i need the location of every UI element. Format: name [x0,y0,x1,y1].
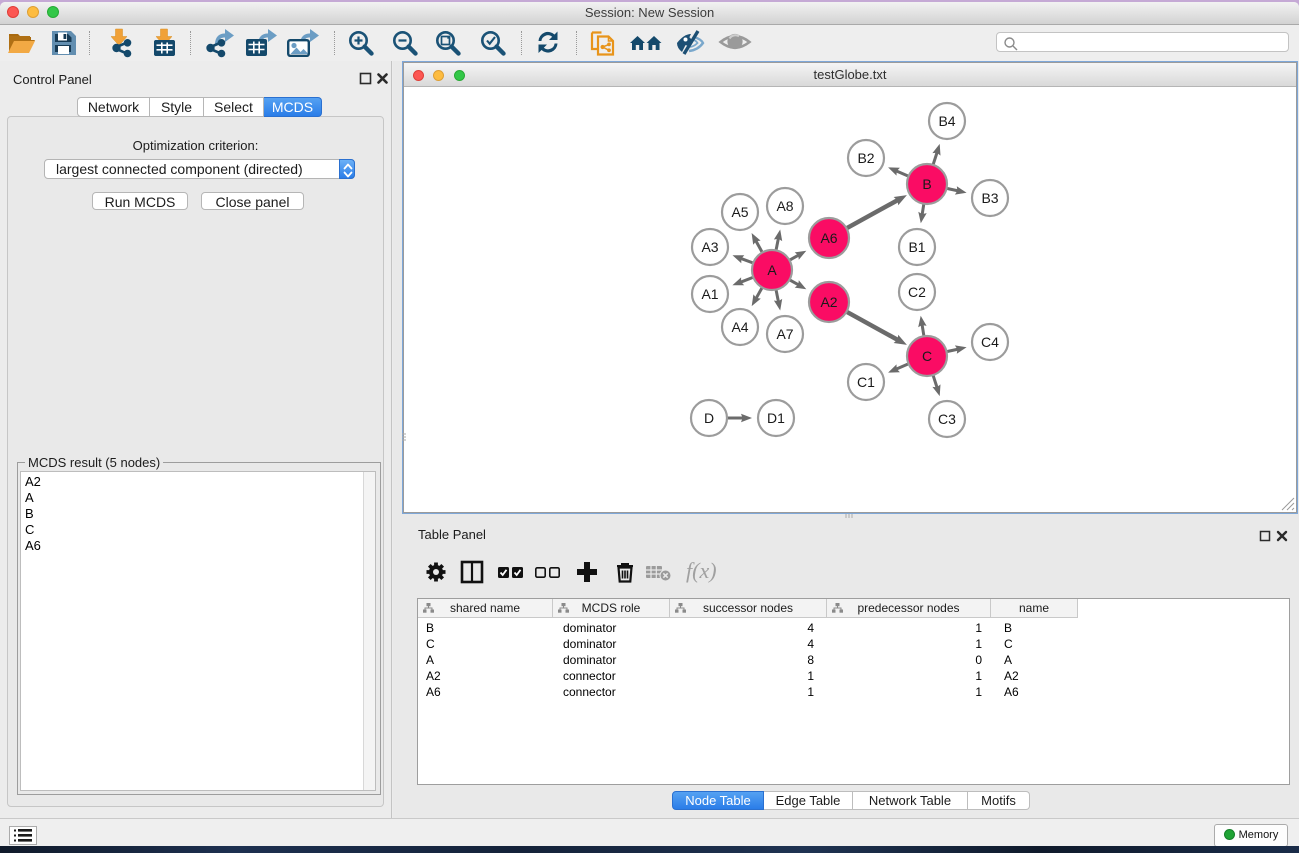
svg-text:C: C [922,348,932,364]
svg-text:A5: A5 [731,204,748,220]
svg-text:A: A [767,262,777,278]
svg-text:B2: B2 [857,150,874,166]
svg-text:D1: D1 [767,410,785,426]
svg-text:B: B [922,176,931,192]
svg-text:B1: B1 [908,239,925,255]
svg-text:A1: A1 [701,286,718,302]
svg-text:A3: A3 [701,239,718,255]
svg-text:C3: C3 [938,411,956,427]
svg-text:D: D [704,410,714,426]
svg-text:B3: B3 [981,190,998,206]
svg-text:C2: C2 [908,284,926,300]
svg-text:A7: A7 [776,326,793,342]
svg-text:C1: C1 [857,374,875,390]
svg-text:A8: A8 [776,198,793,214]
svg-text:B4: B4 [938,113,955,129]
svg-text:A6: A6 [820,230,837,246]
svg-text:C4: C4 [981,334,999,350]
svg-text:A2: A2 [820,294,837,310]
svg-text:A4: A4 [731,319,748,335]
